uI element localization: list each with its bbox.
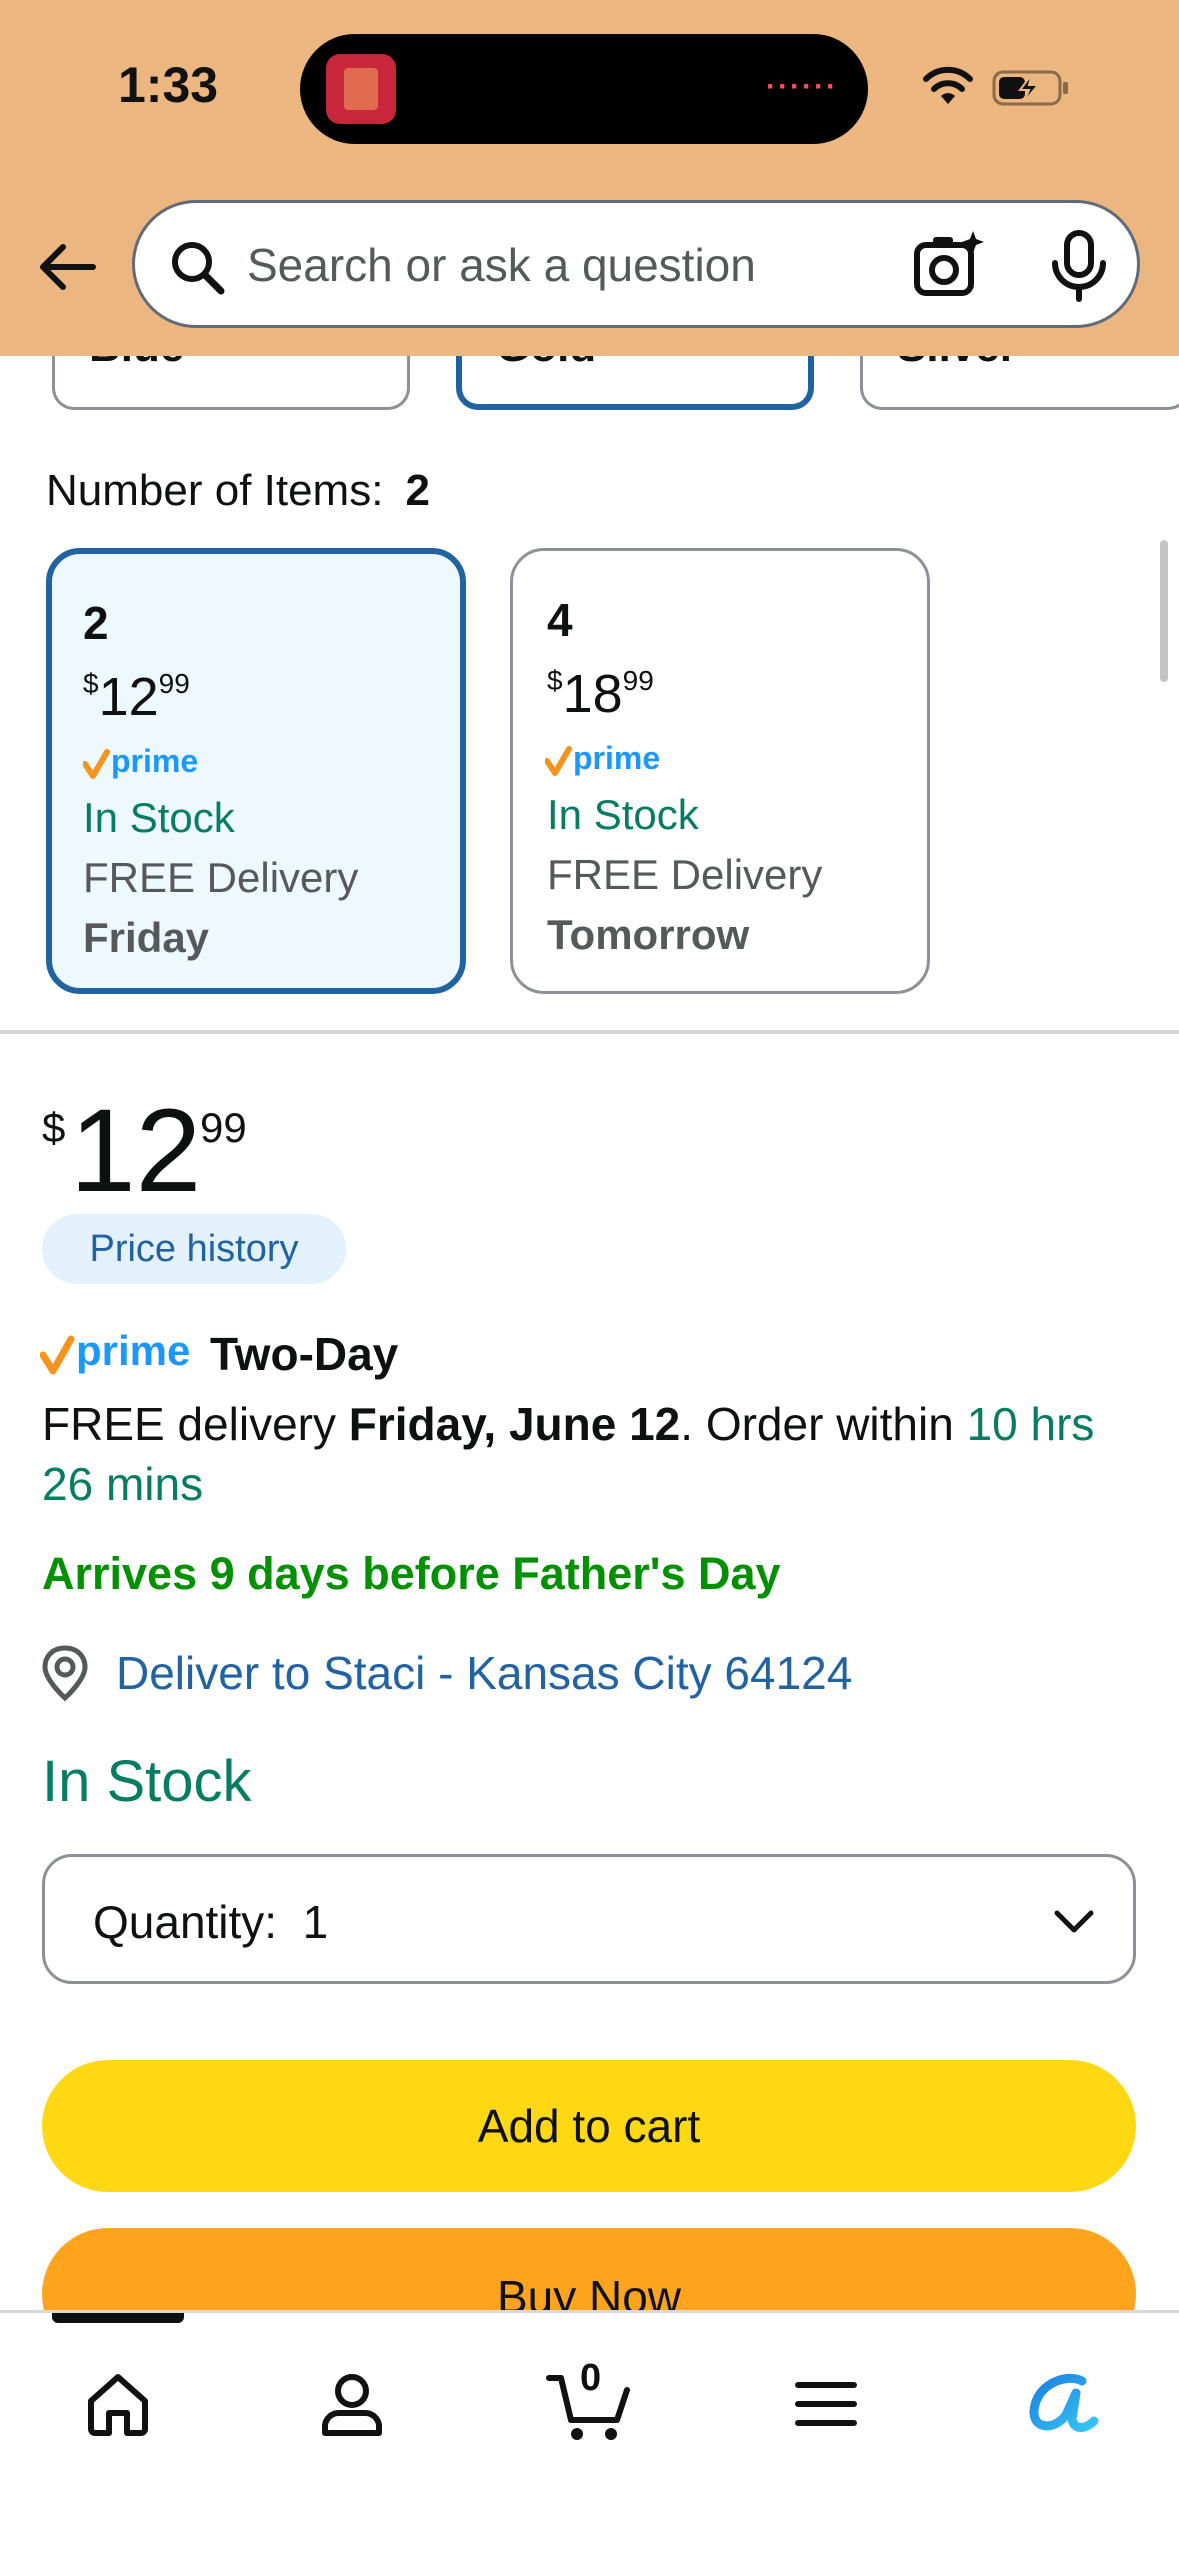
account-icon [322, 2374, 382, 2436]
tab-cart[interactable]: 0 [530, 2349, 650, 2459]
microphone-icon[interactable] [1047, 229, 1111, 303]
svg-text:prime: prime [76, 1327, 190, 1374]
menu-icon [795, 2382, 857, 2426]
search-input[interactable] [247, 225, 887, 305]
tab-menu[interactable] [766, 2349, 886, 2459]
search-icon [172, 242, 225, 295]
tab-home[interactable] [58, 2349, 178, 2459]
option-delivery-day: Friday [83, 914, 210, 961]
prime-logo-icon: prime [40, 1327, 190, 1375]
items-label-text: Number of Items: [46, 466, 384, 515]
dynamic-island: ······ [300, 34, 868, 144]
prime-logo-icon: prime [545, 740, 660, 776]
search-bar[interactable] [132, 200, 1140, 328]
prime-two-day-badge: prime Two-Day [40, 1324, 398, 1384]
delivery-date: Friday, June 12 [348, 1398, 681, 1450]
add-to-cart-button[interactable]: Add to cart [42, 2060, 1136, 2192]
active-tab-indicator [52, 2313, 184, 2323]
camera-search-icon[interactable] [911, 229, 985, 303]
cart-count-badge: 0 [580, 2357, 602, 2399]
price-currency: $ [42, 1104, 66, 1151]
top-header: 1:33 ······ [0, 0, 1179, 356]
two-day-label: Two-Day [210, 1328, 399, 1380]
option-count: 4 [547, 594, 573, 646]
option-count: 2 [83, 597, 109, 649]
rufus-assistant-icon [1029, 2373, 1099, 2432]
now-playing-artwork-icon [326, 54, 396, 124]
battery-charging-icon [992, 70, 1068, 106]
chevron-down-icon [1054, 1910, 1094, 1933]
price-history-button[interactable]: Price history [42, 1214, 346, 1284]
option-price: $1299 [83, 667, 190, 727]
delivery-estimate: FREE delivery Friday, June 12. Order wit… [42, 1398, 1095, 1510]
items-option-4[interactable]: 4 $1899 prime In Stock FREE Delivery Tom… [510, 548, 930, 994]
bottom-tab-bar: 0 [0, 2310, 1179, 2556]
option-stock-status: In Stock [83, 794, 235, 841]
back-button[interactable] [32, 232, 102, 302]
option-price: $1899 [547, 664, 654, 724]
home-icon [88, 2374, 148, 2436]
deliver-to-location[interactable]: Deliver to Staci - Kansas City 64124 [40, 1644, 852, 1702]
back-arrow-icon [40, 244, 96, 290]
tab-account[interactable] [292, 2349, 412, 2459]
price-fraction: 99 [200, 1104, 247, 1151]
fathers-day-message: Arrives 9 days before Father's Day [42, 1548, 781, 1599]
wifi-icon [923, 66, 973, 104]
price-whole: 12 [70, 1085, 202, 1217]
scroll-indicator [1160, 540, 1168, 682]
items-option-2[interactable]: 2 $1299 prime In Stock FREE Delivery Fri… [46, 548, 466, 994]
option-delivery: FREE Delivery [83, 854, 359, 901]
tab-rufus[interactable] [1002, 2349, 1122, 2459]
quantity-dropdown[interactable]: Quantity: 1 [42, 1854, 1136, 1984]
items-selected-value: 2 [405, 466, 430, 515]
option-stock-status: In Stock [547, 791, 699, 838]
section-divider [0, 1030, 1179, 1034]
option-delivery: FREE Delivery [547, 851, 823, 898]
quantity-value: 1 [302, 1896, 329, 1948]
quantity-label: Quantity: 1 [93, 1896, 329, 1948]
prime-logo-icon: prime [83, 743, 198, 779]
svg-text:prime: prime [573, 740, 660, 776]
status-time: 1:33 [118, 57, 219, 113]
location-pin-icon [42, 1645, 88, 1702]
audio-waveform-icon: ······ [766, 70, 838, 103]
svg-text:prime: prime [111, 743, 198, 779]
items-selector-label: Number of Items: 2 [46, 466, 430, 516]
deliver-to-link[interactable]: Deliver to Staci - Kansas City 64124 [116, 1646, 852, 1700]
option-delivery-day: Tomorrow [547, 911, 750, 958]
availability-status: In Stock [42, 1749, 252, 1814]
